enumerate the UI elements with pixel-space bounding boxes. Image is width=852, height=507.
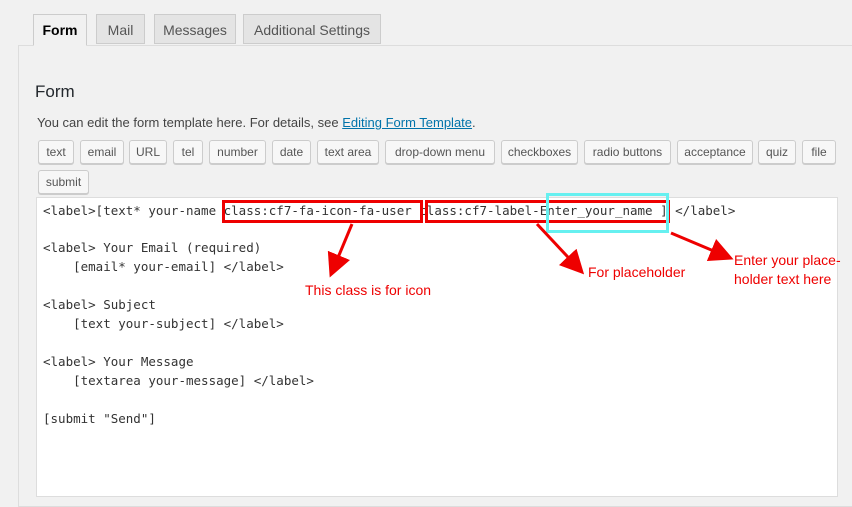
icon-class-highlight-box bbox=[222, 200, 423, 223]
annotation-overlay bbox=[222, 193, 734, 278]
arrow-icon bbox=[670, 231, 734, 262]
arrow-icon bbox=[327, 223, 354, 278]
annotation-enter-text-2: holder text here bbox=[734, 271, 832, 287]
annotation-icon-class: This class is for icon bbox=[305, 282, 432, 298]
annotation-placeholder: For placeholder bbox=[588, 264, 686, 280]
annotation-enter-text-1: Enter your place- bbox=[734, 252, 841, 268]
